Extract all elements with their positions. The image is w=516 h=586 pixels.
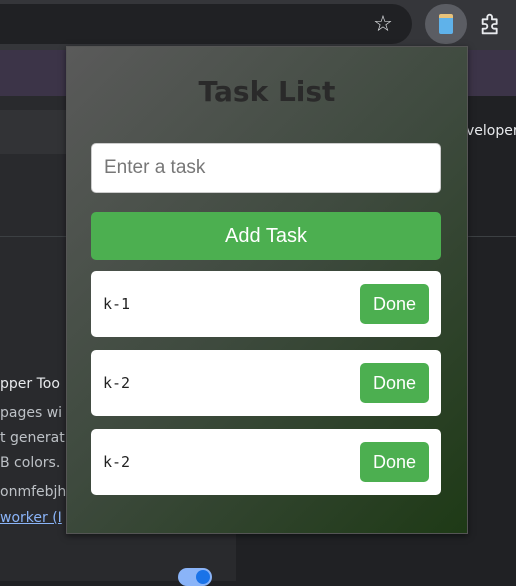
task-item: k-2 Done [91, 350, 441, 416]
task-item: k-1 Done [91, 271, 441, 337]
developer-mode-text: veloper [466, 123, 516, 139]
task-item: k-2 Done [91, 429, 441, 495]
done-button[interactable]: Done [360, 442, 429, 482]
add-task-button[interactable]: Add Task [91, 212, 441, 260]
star-icon[interactable]: ☆ [370, 12, 396, 38]
extension-enable-toggle[interactable] [178, 568, 212, 586]
extension-description-line: t generat [0, 430, 65, 446]
extension-jar-icon[interactable] [425, 4, 467, 44]
task-label: k-2 [103, 453, 131, 471]
task-label: k-2 [103, 374, 131, 392]
popup-title: Task List [198, 75, 336, 108]
address-bar[interactable] [0, 4, 412, 44]
toggle-knob [196, 570, 210, 584]
done-button[interactable]: Done [360, 284, 429, 324]
task-input[interactable] [91, 143, 441, 193]
done-button[interactable]: Done [360, 363, 429, 403]
task-list: k-1 Done k-2 Done k-2 Done [91, 271, 441, 508]
browser-toolbar: ☆ [0, 0, 516, 50]
jar-icon [439, 14, 453, 34]
extension-description-line: B colors. [0, 455, 61, 471]
extension-name: pper Too [0, 376, 60, 392]
task-label: k-1 [103, 295, 131, 313]
puzzle-icon[interactable] [478, 10, 506, 38]
extension-popup: Task List Add Task k-1 Done k-2 Done k-2… [66, 46, 468, 534]
extension-description-line: pages wi [0, 405, 63, 421]
extension-id: onmfebjh [0, 484, 67, 500]
service-worker-link[interactable]: worker (I [0, 510, 62, 526]
